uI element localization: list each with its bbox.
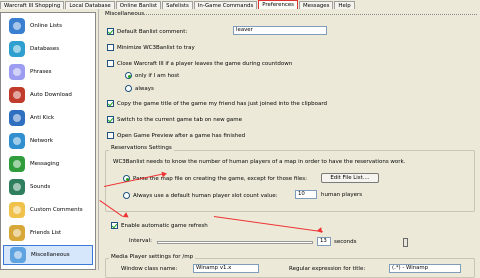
always-default-row: Always use a default human player slot c…: [123, 192, 278, 199]
interval-slider[interactable]: [157, 241, 313, 244]
miscellaneous-icon: [10, 247, 26, 263]
sidebar-item-label: Friends List: [30, 230, 62, 236]
minimize-label: Minimize WC3Banlist to tray: [117, 44, 195, 51]
interval-slider-thumb[interactable]: [402, 238, 408, 247]
copy-title-label: Copy the game title of the game my frien…: [117, 100, 327, 107]
sidebar-item-label: Phrases: [30, 69, 52, 75]
slot-count-input[interactable]: 10: [295, 190, 317, 199]
regex-label: Regular expression for title:: [289, 266, 366, 272]
switch-tab-label: Switch to the current game tab on new ga…: [117, 116, 243, 123]
interval-label: Interval:: [129, 238, 152, 244]
window-class-label: Window class name:: [121, 266, 178, 272]
sidebar-item-label: Custom Comments: [30, 207, 83, 213]
sidebar-item-label: Sounds: [30, 184, 51, 190]
annotation-arrow-parse-head: [161, 170, 168, 178]
interval-input[interactable]: 13: [317, 237, 331, 246]
globe-list-icon: [9, 18, 25, 34]
sidebar-item-network[interactable]: Network: [3, 131, 93, 151]
comments-icon: [9, 202, 25, 218]
friends-icon: [9, 225, 25, 241]
parse-map-label: Parse the map file on creating the game,…: [133, 175, 308, 182]
open-preview-checkbox[interactable]: [107, 132, 114, 139]
sidebar-item-sounds[interactable]: Sounds: [3, 177, 93, 197]
tab-safelists[interactable]: Safelists: [162, 1, 193, 9]
preferences-sidebar: Online Lists Databases Phrases Auto Downloa…: [0, 12, 96, 270]
open-preview-row: Open Game Preview after a game has finis…: [107, 132, 245, 139]
anti-kick-icon: [9, 110, 25, 126]
switch-tab-checkbox[interactable]: [107, 116, 114, 123]
sidebar-item-databases[interactable]: Databases: [3, 39, 93, 59]
close-wc3-row: Close Warcraft III if a player leaves th…: [107, 60, 292, 67]
sidebar-item-label: Network: [30, 138, 53, 144]
sidebar-item-label: Anti Kick: [30, 115, 55, 121]
network-icon: [9, 133, 25, 149]
sidebar-item-friends-list[interactable]: Friends List: [3, 223, 93, 243]
window-class-input[interactable]: Winamp v1.x: [193, 264, 259, 273]
always-row: always: [125, 85, 154, 92]
phrases-icon: [9, 64, 25, 80]
always-default-radio[interactable]: [123, 192, 130, 199]
tab-local-database[interactable]: Local Database: [65, 1, 115, 9]
media-player-title: Media Player settings for /mp: [109, 254, 196, 260]
sidebar-item-anti-kick[interactable]: Anti Kick: [3, 108, 93, 128]
sidebar-item-label: Messaging: [30, 161, 60, 167]
default-comment-input[interactable]: leaver: [233, 26, 327, 35]
tab-bar: Warcraft III Shopping Local Database Onl…: [0, 0, 480, 9]
tab-messages[interactable]: Messages: [298, 1, 334, 9]
default-comment-label: Default Banlist comment:: [117, 28, 188, 35]
sidebar-item-label: Auto Download: [30, 92, 72, 98]
always-label: always: [135, 85, 154, 92]
default-comment-row: Default Banlist comment:: [107, 28, 187, 35]
group-title: Miscellaneous: [105, 11, 145, 17]
download-icon: [9, 87, 25, 103]
group-divider: [143, 14, 477, 15]
sidebar-item-label: Miscellaneous: [31, 252, 70, 258]
tab-warcraft-shopping[interactable]: Warcraft III Shopping: [0, 1, 65, 9]
reservations-description: WC3Banlist needs to know the number of h…: [113, 159, 406, 165]
human-players-label: human players: [321, 192, 363, 198]
edit-file-list-button[interactable]: Edit File List....: [321, 173, 379, 183]
tab-online-banlist[interactable]: Online Banlist: [115, 1, 162, 9]
messaging-icon: [9, 156, 25, 172]
always-radio[interactable]: [125, 85, 132, 92]
enable-refresh-row: Enable automatic game refresh: [111, 222, 208, 229]
sounds-icon: [9, 179, 25, 195]
default-comment-checkbox[interactable]: [107, 28, 114, 35]
sidebar-item-messaging[interactable]: Messaging: [3, 154, 93, 174]
tab-in-game-commands[interactable]: In-Game Commands: [193, 1, 258, 9]
seconds-label: seconds: [334, 239, 357, 245]
sidebar-item-online-lists[interactable]: Online Lists: [3, 16, 93, 36]
sidebar-item-miscellaneous[interactable]: Miscellaneous: [3, 245, 93, 265]
reservations-title: Reservations Settings: [109, 145, 174, 151]
regex-input[interactable]: (.*) - Winamp: [389, 264, 461, 273]
always-default-label: Always use a default human player slot c…: [133, 192, 278, 199]
enable-refresh-label: Enable automatic game refresh: [121, 222, 208, 229]
sidebar-item-label: Databases: [30, 46, 60, 52]
open-preview-label: Open Game Preview after a game has finis…: [117, 132, 246, 139]
copy-title-checkbox[interactable]: [107, 100, 114, 107]
only-host-radio[interactable]: [125, 72, 132, 79]
database-icon: [9, 41, 25, 57]
sidebar-item-auto-download[interactable]: Auto Download: [3, 85, 93, 105]
enable-refresh-checkbox[interactable]: [111, 222, 118, 229]
sidebar-item-custom-comments[interactable]: Custom Comments: [3, 200, 93, 220]
minimize-row: Minimize WC3Banlist to tray: [107, 44, 195, 51]
sidebar-item-label: Online Lists: [30, 23, 62, 29]
tab-help[interactable]: Help: [334, 1, 355, 9]
close-wc3-label: Close Warcraft III if a player leaves th…: [117, 60, 293, 67]
only-host-label: only if I am host: [135, 72, 180, 79]
minimize-checkbox[interactable]: [107, 44, 114, 51]
sidebar-item-phrases[interactable]: Phrases: [3, 62, 93, 82]
only-host-row: only if I am host: [125, 72, 179, 79]
tab-preferences[interactable]: Preferences: [258, 0, 298, 9]
close-wc3-checkbox[interactable]: [107, 60, 114, 67]
switch-tab-row: Switch to the current game tab on new ga…: [107, 116, 242, 123]
copy-title-row: Copy the game title of the game my frien…: [107, 100, 327, 107]
miscellaneous-panel: Miscellaneous Default Banlist comment: l…: [98, 9, 480, 278]
